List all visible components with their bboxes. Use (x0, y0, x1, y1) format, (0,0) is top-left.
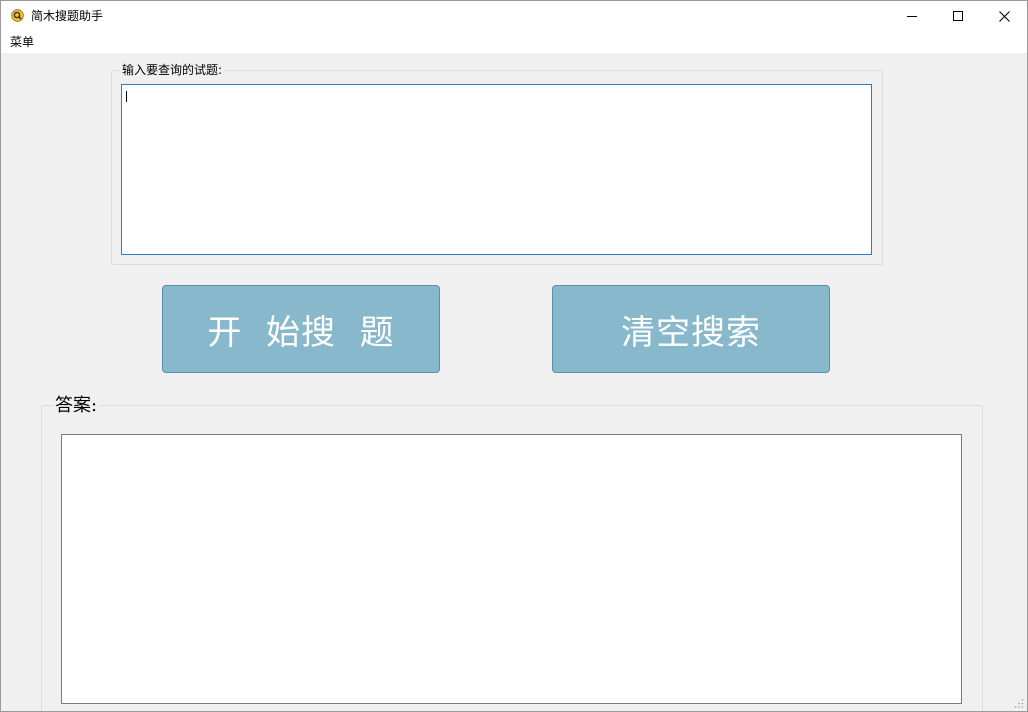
start-search-button[interactable]: 开 始搜 题 (162, 285, 440, 373)
menu-bar: 菜单 (1, 31, 1027, 53)
app-logo-icon (11, 9, 24, 22)
text-caret (126, 91, 127, 102)
app-window: 简木搜题助手 菜单 输入要查询的试题: 开 始搜 题 清空搜索 答案: (0, 0, 1028, 712)
minimize-button[interactable] (889, 1, 935, 31)
close-button[interactable] (981, 1, 1027, 31)
close-icon (998, 10, 1010, 22)
question-input[interactable] (121, 84, 872, 255)
minimize-icon (907, 16, 917, 17)
title-bar[interactable]: 简木搜题助手 (1, 1, 1027, 31)
menu-item-menu[interactable]: 菜单 (10, 34, 34, 50)
question-group-label: 输入要查询的试题: (120, 63, 225, 77)
maximize-button[interactable] (935, 1, 981, 31)
window-title: 简木搜题助手 (31, 9, 104, 23)
clear-search-button[interactable]: 清空搜索 (552, 285, 830, 373)
answer-group-label: 答案: (53, 395, 100, 417)
resize-grip-icon[interactable] (1014, 698, 1024, 708)
answer-output[interactable] (61, 434, 962, 704)
maximize-icon (953, 11, 963, 21)
